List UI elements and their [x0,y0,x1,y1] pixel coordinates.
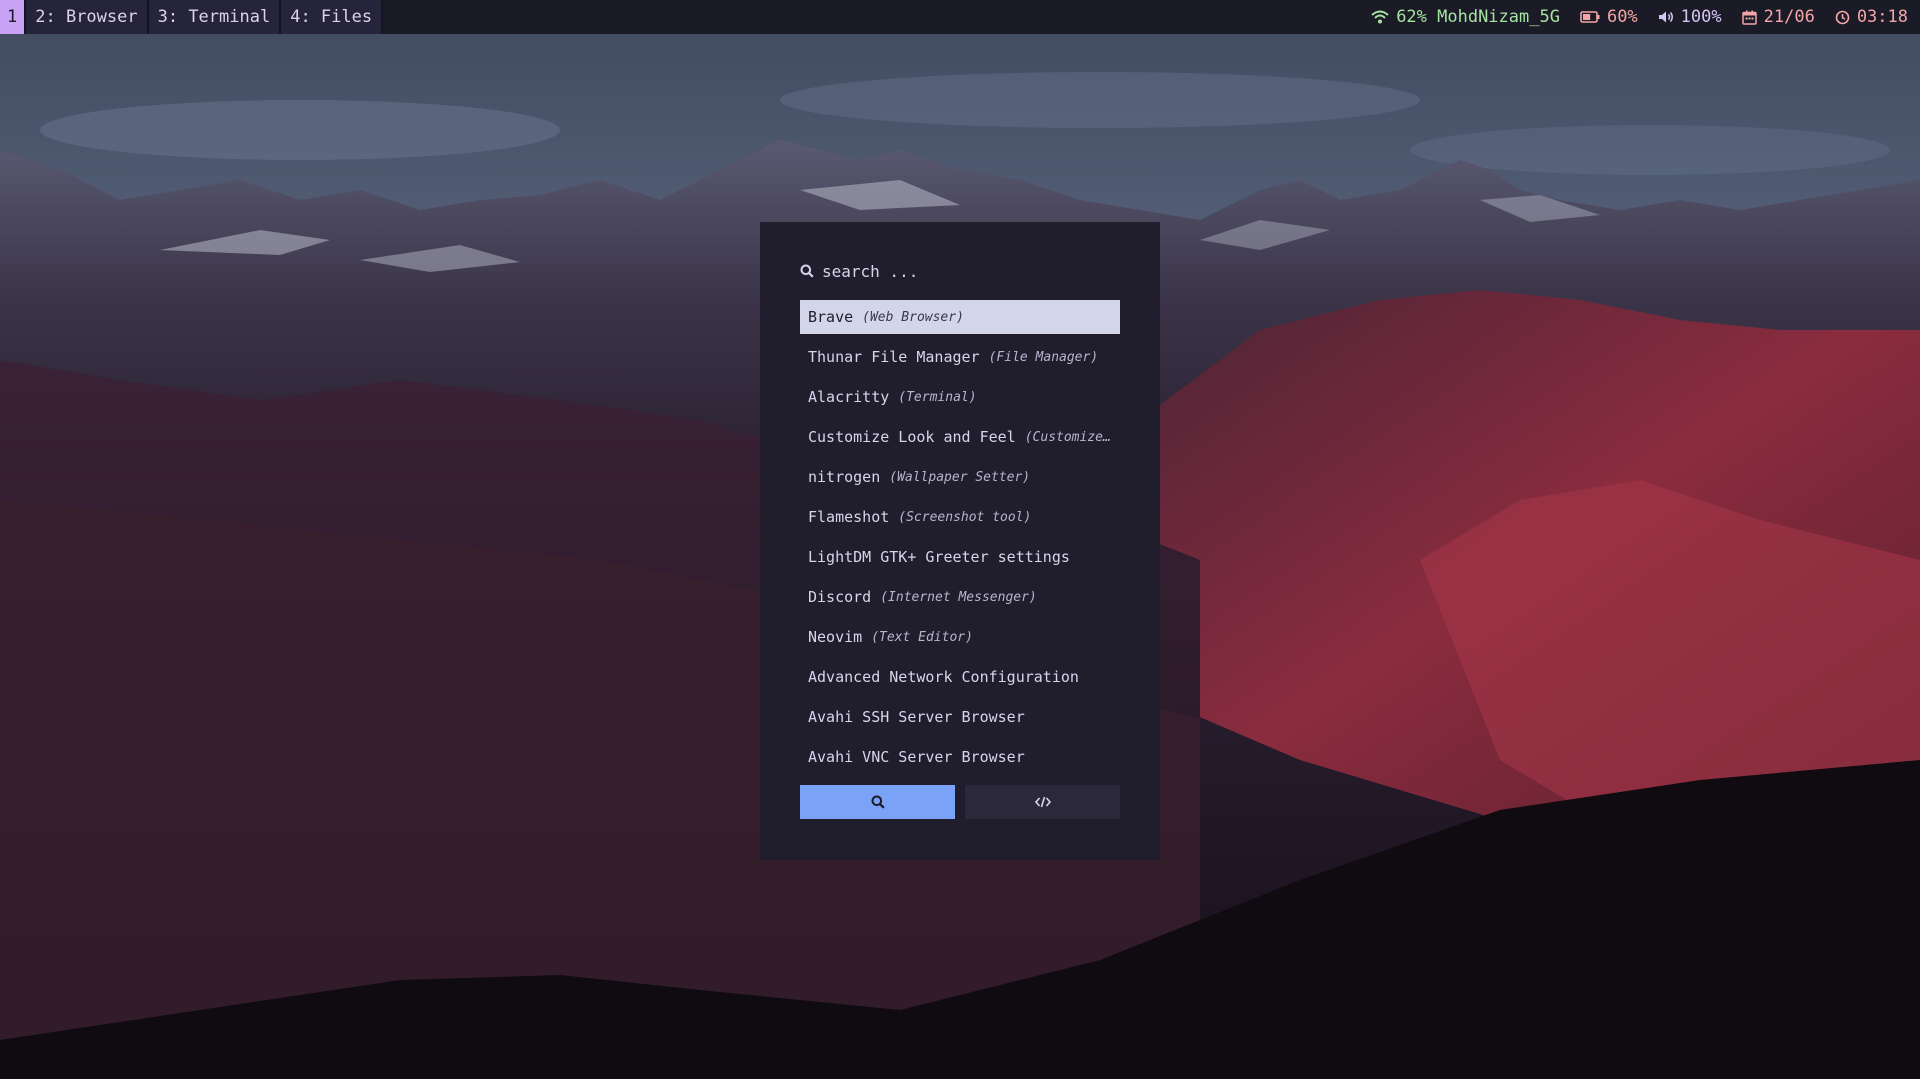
item-name: Customize Look and Feel [808,428,1016,446]
list-item[interactable]: Neovim (Text Editor) [800,620,1120,654]
mode-switcher [800,785,1120,819]
date-status[interactable]: 21/06 [1741,7,1815,27]
code-icon [1034,796,1051,808]
item-name: Flameshot [808,508,890,526]
item-name: LightDM GTK+ Greeter settings [808,548,1070,566]
time-label: 03:18 [1856,7,1908,27]
volume-label: 100% [1680,7,1722,27]
item-description: (Wallpaper Setter) [889,469,1031,485]
item-name: Brave [808,308,854,326]
list-item[interactable]: nitrogen (Wallpaper Setter) [800,460,1120,494]
clock-icon [1835,10,1850,24]
search-input[interactable] [822,261,1122,281]
battery-status[interactable]: 60% [1580,7,1638,27]
drun-mode-button[interactable] [800,785,955,819]
wifi-status[interactable]: 62% MohdNizam_5G [1371,7,1560,27]
item-name: Avahi SSH Server Browser [808,708,1025,726]
list-item[interactable]: Advanced Network Configuration [800,660,1120,694]
date-label: 21/06 [1763,7,1815,27]
item-name: Advanced Network Configuration [808,668,1079,686]
item-description: (Screenshot tool) [898,509,1032,525]
workspace-terminal[interactable]: 3: Terminal [148,0,282,34]
list-item[interactable]: Alacritty (Terminal) [800,380,1120,414]
list-item[interactable]: Customize Look and Feel (Customize… [800,420,1120,454]
app-list: Brave (Web Browser) Thunar File Manager … [800,300,1120,780]
item-name: Avahi VNC Server Browser [808,748,1025,766]
run-mode-button[interactable] [965,785,1120,819]
list-item[interactable]: Flameshot (Screenshot tool) [800,500,1120,534]
item-description: (Customize… [1024,429,1111,445]
search-icon [871,795,885,809]
workspace-browser[interactable]: 2: Browser [26,0,149,34]
calendar-icon [1741,10,1757,25]
item-name: Alacritty [808,388,890,406]
wifi-icon [1371,10,1389,24]
search-icon [800,264,814,278]
item-description: (Internet Messenger) [880,589,1037,605]
volume-icon [1658,11,1673,23]
search-bar [800,258,1122,284]
item-name: Neovim [808,628,863,646]
app-launcher: Brave (Web Browser) Thunar File Manager … [760,222,1160,860]
workspace-files[interactable]: 4: Files [281,0,384,34]
item-name: Thunar File Manager [808,348,980,366]
volume-status[interactable]: 100% [1658,7,1722,27]
clock-status[interactable]: 03:18 [1835,7,1908,27]
item-description: (Web Browser) [862,309,964,325]
battery-label: 60% [1606,7,1638,27]
wifi-label: 62% MohdNizam_5G [1396,7,1560,27]
list-item[interactable]: LightDM GTK+ Greeter settings [800,540,1120,574]
item-name: nitrogen [808,468,881,486]
item-description: (File Manager) [988,349,1099,365]
item-name: Discord [808,588,872,606]
item-description: (Text Editor) [871,629,973,645]
battery-icon [1580,11,1600,23]
list-item[interactable]: Avahi SSH Server Browser [800,700,1120,734]
item-description: (Terminal) [898,389,977,405]
list-item[interactable]: Avahi VNC Server Browser [800,740,1120,774]
list-item[interactable]: Thunar File Manager (File Manager) [800,340,1120,374]
list-item[interactable]: Brave (Web Browser) [800,300,1120,334]
workspace-1[interactable]: 1 [0,0,27,34]
top-panel: 1 2: Browser 3: Terminal 4: Files 62% Mo… [0,0,1920,34]
status-area: 62% MohdNizam_5G 60% 100% 21/06 03:18 [1371,0,1920,34]
list-item[interactable]: Discord (Internet Messenger) [800,580,1120,614]
